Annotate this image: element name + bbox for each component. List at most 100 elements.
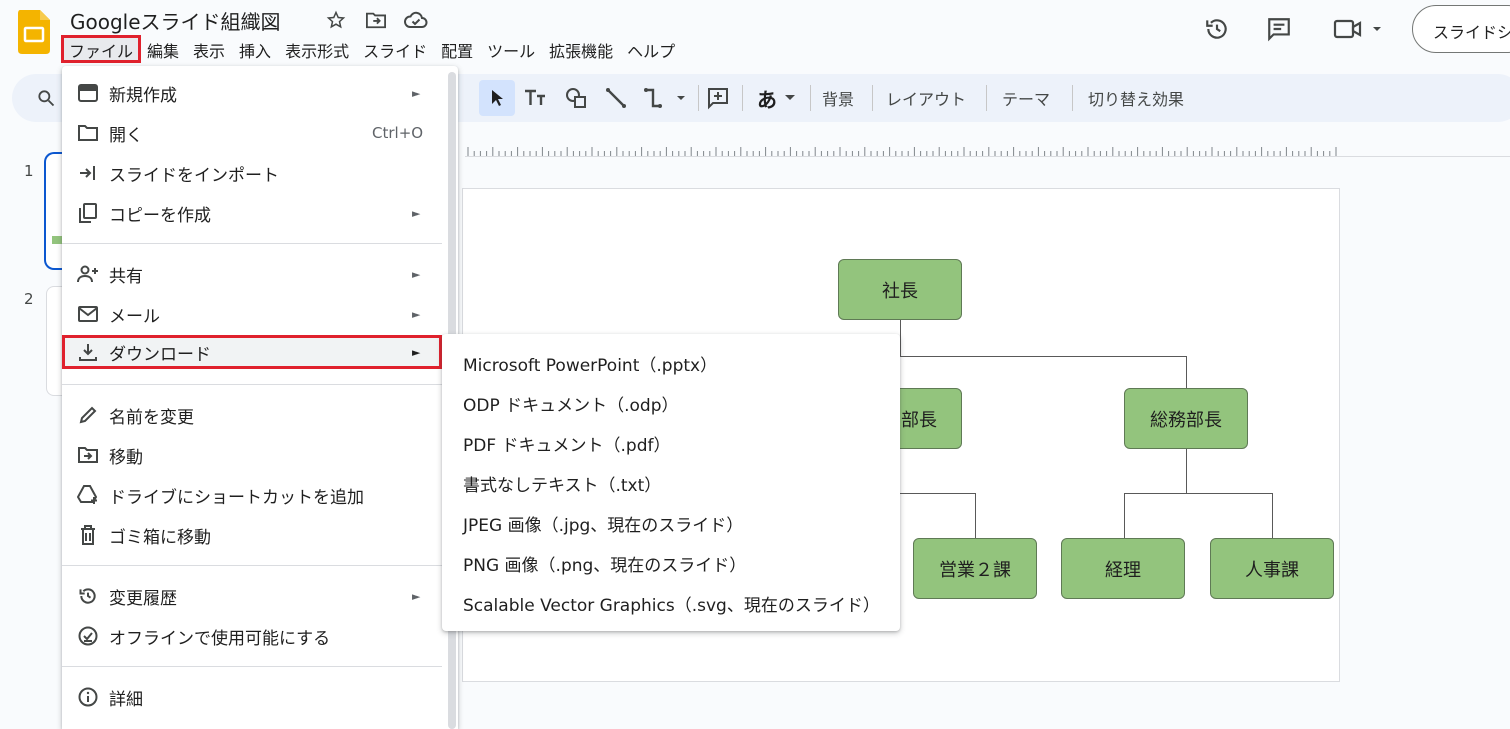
copy-icon — [76, 201, 100, 225]
slideshow-button[interactable]: スライドショー — [1412, 5, 1510, 53]
menu-item-label: 新規作成 — [109, 85, 177, 106]
menu-insert[interactable]: 挿入 — [232, 36, 278, 62]
menu-item-offline[interactable]: オフラインで使用可能にする — [62, 618, 442, 654]
menu-item-details[interactable]: 詳細 — [62, 679, 442, 715]
download-pptx[interactable]: Microsoft PowerPoint（.pptx） — [442, 345, 900, 381]
connector-line — [1124, 493, 1125, 538]
org-node-hr[interactable]: 人事課 — [1210, 538, 1334, 599]
mail-icon — [76, 302, 100, 326]
menu-item-add-shortcut[interactable]: ドライブにショートカットを追加 — [62, 477, 442, 513]
layout-button[interactable]: レイアウト — [886, 86, 966, 110]
toolbar-divider — [742, 85, 743, 111]
offline-icon — [76, 624, 100, 648]
background-button[interactable]: 背景 — [822, 86, 854, 110]
theme-button[interactable]: テーマ — [1002, 86, 1050, 110]
ruler-baseline — [465, 156, 1510, 157]
submenu-arrow: ► — [412, 345, 421, 359]
menu-item-label: 詳細 — [109, 689, 143, 710]
menu-item-share[interactable]: 共有 ► — [62, 256, 442, 292]
version-history-icon[interactable] — [1200, 12, 1234, 46]
menu-help[interactable]: ヘルプ — [620, 36, 682, 62]
meet-icon[interactable] — [1330, 12, 1386, 46]
input-tools-button[interactable]: あ — [752, 82, 802, 114]
menu-item-label: 開く — [109, 125, 143, 146]
slide-number: 1 — [24, 162, 34, 180]
menu-item-email[interactable]: メール ► — [62, 296, 442, 332]
download-jpg[interactable]: JPEG 画像（.jpg、現在のスライド） — [442, 505, 900, 541]
org-node-sales2[interactable]: 営業２課 — [913, 538, 1037, 599]
download-odp[interactable]: ODP ドキュメント（.odp） — [442, 385, 900, 421]
search-menus-icon[interactable] — [30, 82, 62, 114]
menu-item-download[interactable]: ダウンロード ► — [62, 335, 442, 369]
connector-line — [900, 320, 901, 356]
menu-item-label: 名前を変更 — [109, 407, 194, 428]
star-icon[interactable] — [324, 8, 348, 32]
folder-icon — [76, 121, 100, 145]
connector-line — [1186, 356, 1187, 388]
menu-edit[interactable]: 編集 — [140, 36, 186, 62]
org-node-accounting[interactable]: 経理 — [1061, 538, 1185, 599]
slides-logo[interactable] — [18, 10, 50, 54]
info-icon — [76, 685, 100, 709]
select-tool-icon[interactable] — [479, 80, 515, 116]
download-icon — [76, 340, 100, 364]
connector-line — [975, 493, 976, 538]
trash-icon — [76, 523, 100, 547]
history-icon — [76, 584, 100, 608]
menu-item-import-slides[interactable]: スライドをインポート — [62, 155, 442, 191]
thumbnail-node — [52, 236, 62, 244]
slide-number: 2 — [24, 290, 34, 308]
menu-item-new[interactable]: 新規作成 ► — [62, 75, 442, 111]
menu-view[interactable]: 表示 — [186, 36, 232, 62]
connector-line — [1124, 493, 1273, 494]
document-title[interactable]: Googleスライド組織図 — [70, 6, 281, 35]
input-tools-glyph: あ — [757, 87, 777, 112]
download-txt[interactable]: 書式なしテキスト（.txt） — [442, 465, 900, 501]
slides-icon — [76, 81, 100, 105]
menu-slide[interactable]: スライド — [356, 36, 434, 62]
connector-icon[interactable] — [640, 82, 690, 114]
menu-divider — [62, 384, 442, 385]
shape-icon[interactable] — [560, 82, 592, 114]
menu-extensions[interactable]: 拡張機能 — [542, 36, 620, 62]
menu-format[interactable]: 表示形式 — [278, 36, 356, 62]
submenu-arrow: ► — [412, 267, 421, 281]
import-icon — [76, 161, 100, 185]
toolbar-divider — [810, 85, 811, 111]
download-png[interactable]: PNG 画像（.png、現在のスライド） — [442, 545, 900, 581]
submenu-arrow: ► — [412, 589, 421, 603]
org-node-general-affairs[interactable]: 総務部長 — [1124, 388, 1248, 449]
menu-item-label: スライドをインポート — [109, 165, 279, 186]
menu-file[interactable]: ファイル — [60, 35, 142, 63]
menu-item-trash[interactable]: ゴミ箱に移動 — [62, 517, 442, 553]
menu-bar: ファイル 編集 表示 挿入 表示形式 スライド 配置 ツール 拡張機能 ヘルプ — [60, 35, 682, 63]
org-node-ceo[interactable]: 社長 — [838, 259, 962, 320]
person-add-icon — [76, 262, 100, 286]
menu-arrange[interactable]: 配置 — [434, 36, 480, 62]
menu-item-rename[interactable]: 名前を変更 — [62, 397, 442, 433]
download-svg[interactable]: Scalable Vector Graphics（.svg、現在のスライド） — [442, 585, 900, 621]
insert-comment-icon[interactable] — [702, 82, 734, 114]
horizontal-ruler[interactable] — [465, 138, 1340, 156]
text-box-icon[interactable] — [519, 82, 551, 114]
line-icon[interactable] — [600, 82, 632, 114]
menu-item-label: ダウンロード — [109, 344, 211, 365]
menu-item-label: 移動 — [109, 447, 143, 468]
transition-button[interactable]: 切り替え効果 — [1088, 86, 1184, 110]
menu-item-label: ドライブにショートカットを追加 — [109, 487, 364, 508]
menu-item-shortcut: Ctrl+O — [372, 124, 424, 142]
menu-item-label: オフラインで使用可能にする — [109, 628, 331, 649]
menu-item-label: 変更履歴 — [109, 588, 177, 609]
menu-item-label: メール — [109, 306, 160, 327]
menu-item-make-copy[interactable]: コピーを作成 ► — [62, 195, 442, 231]
menu-item-version-history[interactable]: 変更履歴 ► — [62, 578, 442, 614]
comments-icon[interactable] — [1262, 12, 1296, 46]
menu-item-move[interactable]: 移動 — [62, 437, 442, 473]
cloud-saved-icon[interactable] — [404, 8, 428, 32]
toolbar-divider — [986, 85, 987, 111]
pencil-icon — [76, 403, 100, 427]
menu-item-open[interactable]: 開く Ctrl+O — [62, 115, 442, 151]
move-folder-icon[interactable] — [364, 8, 388, 32]
download-pdf[interactable]: PDF ドキュメント（.pdf） — [442, 425, 900, 461]
menu-tools[interactable]: ツール — [480, 36, 542, 62]
